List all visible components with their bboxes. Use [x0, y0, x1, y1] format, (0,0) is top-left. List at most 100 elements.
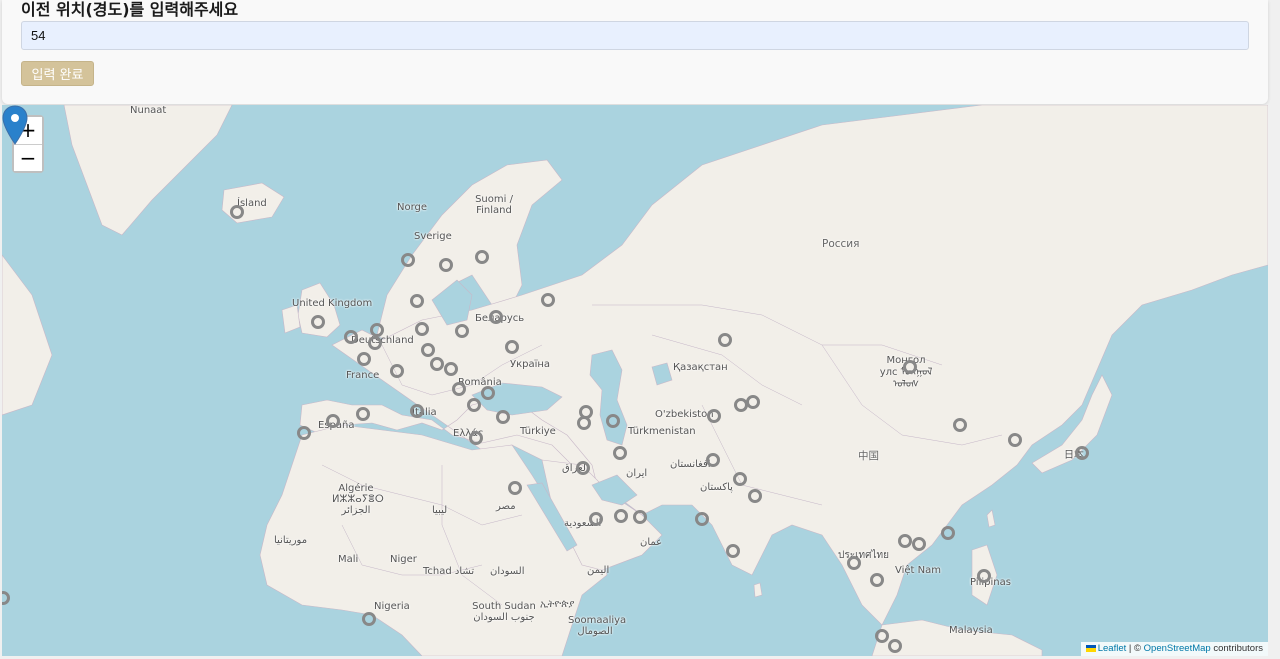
- location-circle-marker[interactable]: [421, 343, 435, 357]
- place-label: السودان: [490, 566, 525, 577]
- leaflet-link[interactable]: Leaflet: [1098, 643, 1127, 654]
- location-circle-marker[interactable]: [903, 360, 917, 374]
- location-circle-marker[interactable]: [444, 362, 458, 376]
- location-circle-marker[interactable]: [941, 526, 955, 540]
- sri-lanka-land: [753, 582, 763, 598]
- location-form-panel: 이전 위치(경도)를 입력해주세요 입력 완료: [2, 0, 1268, 104]
- ukraine-flag-icon: [1085, 644, 1096, 652]
- location-circle-marker[interactable]: [410, 294, 424, 308]
- location-circle-marker[interactable]: [870, 573, 884, 587]
- place-label: Việt Nam: [895, 565, 942, 576]
- location-circle-marker[interactable]: [541, 293, 555, 307]
- location-circle-marker[interactable]: [496, 410, 510, 424]
- location-circle-marker[interactable]: [695, 512, 709, 526]
- location-circle-marker[interactable]: [362, 612, 376, 626]
- place-label: South Sudan جنوب السودان: [472, 601, 536, 623]
- location-circle-marker[interactable]: [410, 404, 424, 418]
- location-circle-marker[interactable]: [475, 250, 489, 264]
- location-circle-marker[interactable]: [707, 409, 721, 423]
- location-circle-marker[interactable]: [613, 446, 627, 460]
- location-circle-marker[interactable]: [452, 382, 466, 396]
- zoom-out-button[interactable]: −: [14, 144, 42, 171]
- place-label: Қазақстан: [673, 362, 728, 373]
- attribution-contributors: contributors: [1210, 643, 1263, 654]
- location-circle-marker[interactable]: [633, 510, 647, 524]
- location-circle-marker[interactable]: [577, 416, 591, 430]
- location-circle-marker[interactable]: [706, 453, 720, 467]
- location-circle-marker[interactable]: [912, 537, 926, 551]
- attribution-separator: | ©: [1126, 643, 1144, 654]
- selected-location-pin-icon[interactable]: [2, 105, 28, 145]
- taiwan-land: [986, 509, 996, 528]
- longitude-input[interactable]: [21, 21, 1249, 50]
- place-label: عمان: [640, 537, 663, 548]
- location-circle-marker[interactable]: [357, 352, 371, 366]
- map-attribution: Leaflet | © OpenStreetMap contributors: [1080, 642, 1268, 656]
- place-label: Россия: [822, 238, 860, 250]
- place-label: ليبيا: [432, 505, 448, 516]
- location-circle-marker[interactable]: [1008, 433, 1022, 447]
- place-label: Malaysia: [949, 625, 993, 636]
- location-circle-marker[interactable]: [576, 461, 590, 475]
- place-label: ایران: [626, 468, 648, 479]
- location-circle-marker[interactable]: [508, 481, 522, 495]
- location-circle-marker[interactable]: [390, 364, 404, 378]
- location-circle-marker[interactable]: [718, 333, 732, 347]
- location-circle-marker[interactable]: [467, 398, 481, 412]
- place-label: Suomi / Finland: [475, 194, 513, 216]
- place-label: اليمن: [587, 565, 610, 576]
- location-circle-marker[interactable]: [898, 534, 912, 548]
- location-circle-marker[interactable]: [614, 509, 628, 523]
- location-circle-marker[interactable]: [370, 323, 384, 337]
- place-label: Soomaaliya الصومال: [568, 615, 627, 637]
- location-circle-marker[interactable]: [439, 258, 453, 272]
- greenland-land: [63, 105, 233, 236]
- location-circle-marker[interactable]: [297, 426, 311, 440]
- location-circle-marker[interactable]: [469, 431, 483, 445]
- location-circle-marker[interactable]: [888, 639, 902, 653]
- location-circle-marker[interactable]: [733, 472, 747, 486]
- place-label: Türkmenistan: [628, 426, 696, 437]
- place-label: Türkiye: [520, 426, 556, 437]
- location-circle-marker[interactable]: [401, 253, 415, 267]
- ireland-land: [281, 304, 301, 334]
- place-label: Mali: [338, 554, 359, 565]
- location-circle-marker[interactable]: [589, 512, 603, 526]
- location-circle-marker[interactable]: [505, 340, 519, 354]
- map-land-layer: [2, 105, 1268, 656]
- map-view[interactable]: + − Nunaat Ísland Norge Sverige Suomi / …: [2, 105, 1268, 656]
- location-circle-marker[interactable]: [356, 407, 370, 421]
- openstreetmap-link[interactable]: OpenStreetMap: [1144, 643, 1211, 654]
- location-circle-marker[interactable]: [368, 336, 382, 350]
- location-circle-marker[interactable]: [1075, 446, 1089, 460]
- location-circle-marker[interactable]: [748, 489, 762, 503]
- location-circle-marker[interactable]: [489, 310, 503, 324]
- submit-button[interactable]: 입력 완료: [21, 61, 94, 86]
- place-label: Nunaat: [130, 105, 167, 116]
- place-label: Nigeria: [374, 601, 410, 612]
- location-circle-marker[interactable]: [746, 395, 760, 409]
- place-label: Niger: [390, 554, 417, 565]
- location-circle-marker[interactable]: [415, 322, 429, 336]
- place-label: افغانستان: [670, 459, 711, 470]
- location-circle-marker[interactable]: [430, 357, 444, 371]
- location-circle-marker[interactable]: [953, 418, 967, 432]
- place-label: مصر: [496, 501, 516, 512]
- location-circle-marker[interactable]: [455, 324, 469, 338]
- location-circle-marker[interactable]: [875, 629, 889, 643]
- place-label: Algérie ⵍⵣⵣⴰⵢⴻⵔ الجزائر: [332, 483, 384, 516]
- location-circle-marker[interactable]: [847, 556, 861, 570]
- place-label: United Kingdom: [292, 298, 373, 309]
- location-circle-marker[interactable]: [311, 315, 325, 329]
- location-circle-marker[interactable]: [977, 569, 991, 583]
- location-circle-marker[interactable]: [344, 330, 358, 344]
- location-circle-marker[interactable]: [481, 386, 495, 400]
- place-label: Україна: [510, 359, 551, 370]
- location-circle-marker[interactable]: [326, 414, 340, 428]
- place-label: Deutschland: [351, 335, 414, 346]
- location-circle-marker[interactable]: [230, 205, 244, 219]
- place-label: Sverige: [414, 231, 452, 242]
- location-circle-marker[interactable]: [606, 414, 620, 428]
- location-circle-marker[interactable]: [726, 544, 740, 558]
- place-label: موريتانيا: [274, 535, 308, 546]
